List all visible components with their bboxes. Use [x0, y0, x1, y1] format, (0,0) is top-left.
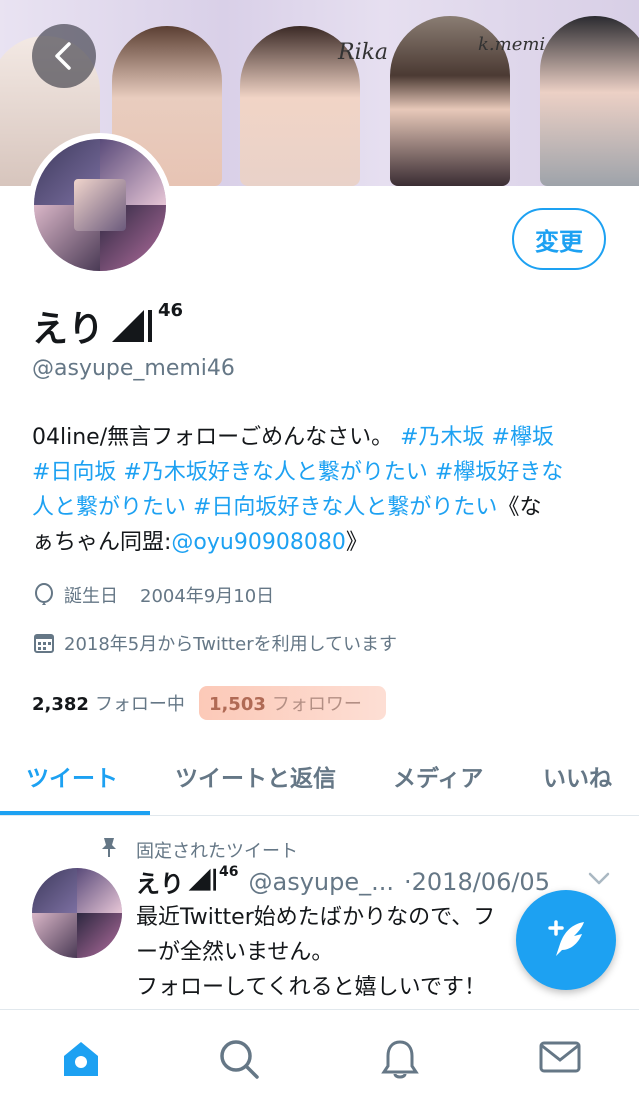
bio-hashtags[interactable]: #乃木坂 #欅坂 — [400, 425, 554, 450]
envelope-icon[interactable] — [538, 1038, 582, 1076]
bio-hashtags[interactable]: 人と繋がりたい #日向坂好きな人と繋がりたい — [32, 495, 497, 520]
profile-bio: 04line/無言フォローごめんなさい。 #乃木坂 #欅坂 #日向坂 #乃木坂好… — [32, 420, 617, 560]
tweet-avatar[interactable] — [32, 868, 122, 958]
keyaki-logo-icon — [188, 868, 216, 891]
followers-label: フォロワー — [271, 694, 362, 715]
tab-tweets[interactable]: ツイート — [26, 759, 118, 793]
tweet-date: ·2018/06/05 — [404, 867, 550, 896]
profile-tabs: ツイート ツイートと返信 メディア いいね — [0, 745, 639, 817]
joined-row: 2018年5月からTwitterを利用しています — [32, 630, 397, 656]
following-label: フォロー中 — [94, 694, 185, 715]
balloon-icon — [32, 583, 56, 607]
profile-name-superscript: 46 — [158, 300, 184, 321]
birthday-row: 誕生日 2004年9月10日 — [32, 582, 274, 608]
pin-icon — [100, 836, 122, 863]
tweet-author-name-text: えり — [136, 870, 184, 898]
profile-name-text: えり — [32, 309, 105, 350]
bell-icon[interactable] — [380, 1038, 420, 1080]
bio-text: 》 — [345, 530, 368, 555]
tab-likes[interactable]: いいね — [543, 759, 612, 793]
banner-signature: k.memi — [478, 34, 546, 55]
following-link[interactable]: 2,382 フォロー中 — [32, 690, 185, 716]
followers-link[interactable]: 1,503 フォロワー — [198, 686, 386, 720]
tweet-author-name[interactable]: えり 46 — [136, 864, 238, 899]
search-icon[interactable] — [218, 1038, 260, 1080]
pinned-label-row: 固定されたツイート — [100, 836, 298, 863]
following-count: 2,382 — [32, 694, 89, 715]
tweet-body[interactable]: 最近Twitter始めたばかりなので、フ ーが全然いません。 フォローしてくれる… — [136, 900, 536, 1017]
birthday-value: 2004年9月10日 — [140, 586, 275, 607]
follow-stats: 2,382 フォロー中 1,503 フォロワー — [32, 686, 386, 720]
avatar — [34, 139, 166, 271]
compose-feather-icon — [548, 920, 584, 956]
followers-count: 1,503 — [208, 694, 266, 715]
tweet-header: えり 46 @asyupe_... ·2018/06/05 — [136, 864, 550, 899]
tab-media[interactable]: メディア — [393, 759, 483, 793]
tweet-author-superscript: 46 — [219, 864, 239, 880]
tweet-author-handle: @asyupe_... — [248, 867, 394, 896]
profile-avatar[interactable] — [28, 133, 172, 277]
bio-text: ぁちゃん同盟: — [32, 530, 172, 555]
divider — [0, 815, 639, 816]
tab-tweets-replies[interactable]: ツイートと返信 — [175, 759, 336, 793]
bio-mention-link[interactable]: @oyu90908080 — [171, 530, 345, 555]
back-button[interactable] — [32, 24, 96, 88]
bio-hashtags[interactable]: #日向坂 #乃木坂好きな人と繋がりたい #欅坂好きな — [32, 460, 563, 485]
chevron-down-icon[interactable] — [588, 872, 610, 886]
profile-handle: @asyupe_memi46 — [32, 356, 235, 381]
tweet-text-line: フォローしてくれると嬉しいです！ — [136, 975, 487, 1000]
banner-photo — [540, 16, 639, 186]
keyaki-logo-icon — [112, 310, 153, 342]
bio-text: 04line/無言フォローごめんなさい。 — [32, 425, 394, 450]
pinned-label: 固定されたツイート — [136, 840, 298, 862]
birthday-label: 誕生日 — [64, 586, 118, 607]
tweet-text-line: 最近Twitter始めたばかりなので、フ — [136, 905, 496, 930]
profile-name: えり 46 — [32, 300, 183, 352]
banner-signature: Rika — [338, 40, 389, 65]
edit-profile-button[interactable]: 変更 — [512, 208, 606, 270]
tweet-text-line: ーが全然いません。 — [136, 940, 334, 965]
joined-text: 2018年5月からTwitterを利用しています — [64, 634, 398, 655]
calendar-icon — [32, 631, 56, 655]
home-icon[interactable] — [60, 1038, 102, 1078]
bottom-tab-bar — [0, 1009, 639, 1107]
compose-tweet-button[interactable] — [516, 890, 616, 990]
chevron-left-icon — [55, 42, 71, 70]
bio-text: 《な — [497, 495, 542, 520]
